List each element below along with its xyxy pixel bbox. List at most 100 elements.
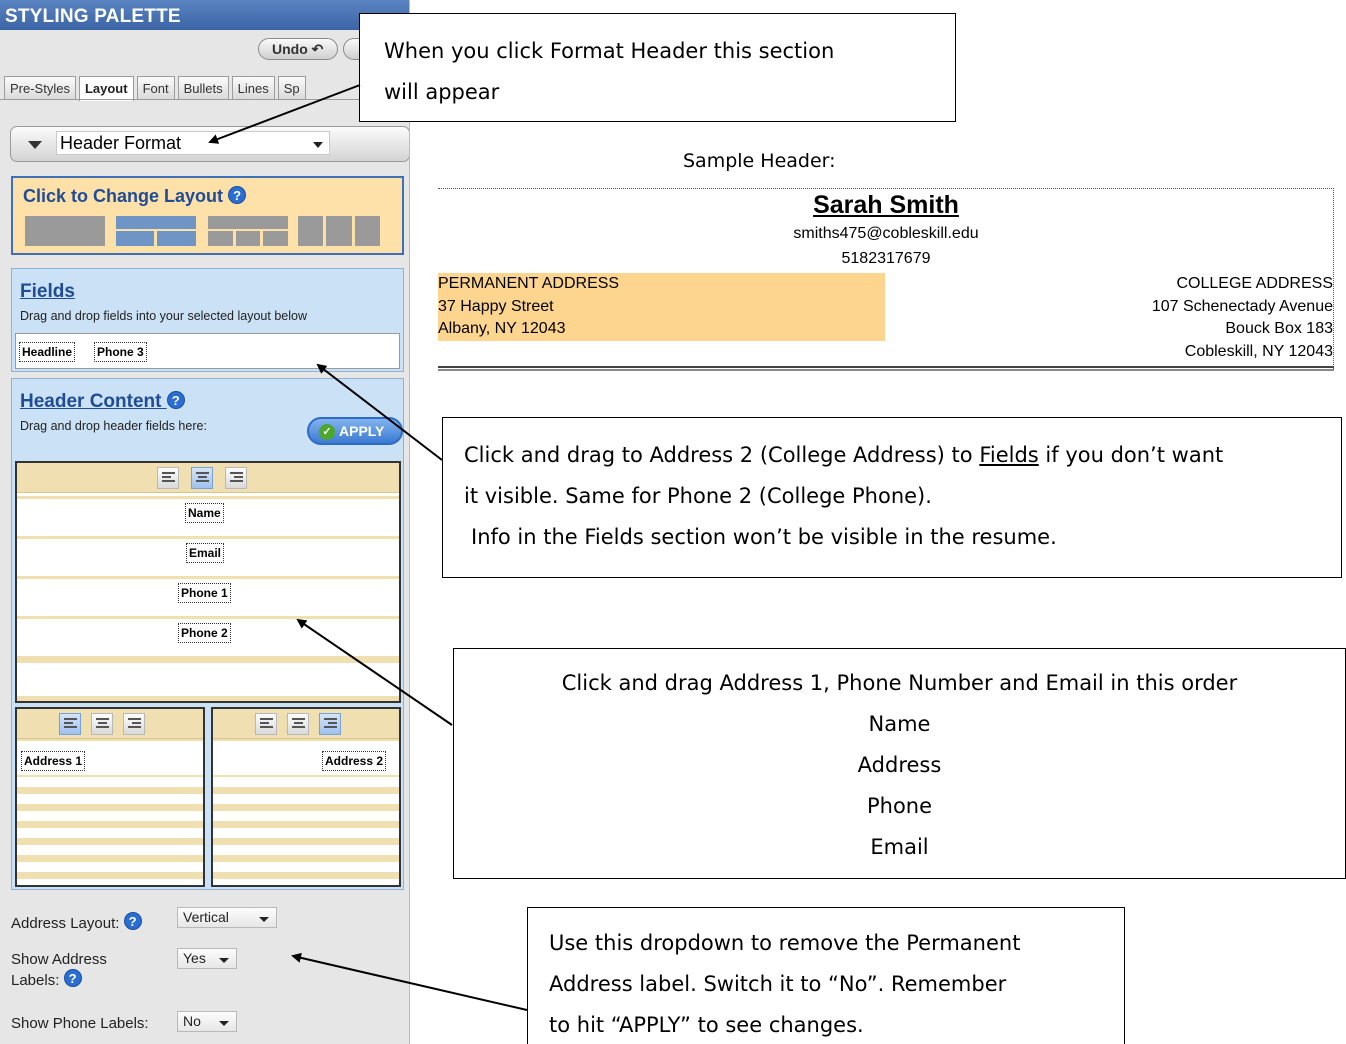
layout-option-single[interactable] [25, 216, 105, 246]
sample-address-line: 37 Happy Street [438, 297, 554, 315]
field-chip-phone-3[interactable]: Phone 3 [94, 342, 147, 362]
header-main-drop-zone[interactable]: Name Email Phone 1 Phone 2 [15, 461, 401, 703]
align-left-icon[interactable] [59, 713, 81, 735]
callout-text: it visible. Same for Phone 2 (College Ph… [464, 484, 932, 508]
callout-fields-link: Fields [979, 443, 1039, 467]
layout-chooser: Click to Change Layout ? [11, 176, 404, 255]
field-chip-headline[interactable]: Headline [19, 342, 76, 362]
address-layout-select[interactable]: Vertical [177, 907, 277, 928]
align-center-icon[interactable] [191, 467, 213, 489]
undo-button[interactable]: Undo ↶ [258, 38, 338, 60]
sample-college-address: COLLEGE ADDRESS 107 Schenectady Avenue B… [1033, 273, 1333, 363]
layout-title-text: Click to Change Layout [23, 186, 224, 206]
section-dropdown-value: Header Format [60, 133, 182, 153]
layout-divider [233, 231, 236, 246]
align-right-icon[interactable] [123, 713, 145, 735]
show-address-labels-select[interactable]: Yes [177, 948, 237, 969]
callout-text: to hit “APPLY” to see changes. [549, 1013, 864, 1037]
fields-subtitle: Drag and drop fields into your selected … [20, 309, 307, 323]
sample-address-line: Cobleskill, NY 12043 [1184, 342, 1333, 360]
header-content-subtitle: Drag and drop header fields here: [20, 419, 207, 433]
callout-fields-note: Click and drag to Address 2 (College Add… [442, 417, 1342, 578]
sample-email: smiths475@cobleskill.edu [793, 225, 979, 242]
align-right-icon[interactable] [319, 713, 341, 735]
layout-option-columns[interactable] [298, 216, 380, 246]
show-address-labels-label: Show Address Labels: ? [11, 950, 107, 990]
field-chip-email[interactable]: Email [186, 543, 225, 563]
layout-option-split[interactable] [116, 216, 196, 246]
chevron-down-icon [219, 1021, 229, 1026]
align-center-icon[interactable] [287, 713, 309, 735]
field-chip-phone-2[interactable]: Phone 2 [178, 623, 231, 643]
sample-address-line: COLLEGE ADDRESS [1176, 275, 1334, 292]
layout-option-three[interactable] [208, 216, 288, 246]
show-address-labels-text: Labels: [11, 972, 60, 989]
undo-label: Undo [272, 41, 308, 57]
layout-divider [154, 231, 157, 246]
palette-tabs: Pre-Styles Layout Font Bullets Lines Sp [4, 76, 309, 101]
tab-pre-styles[interactable]: Pre-Styles [4, 76, 76, 99]
header-content-title: Header Content ? [20, 391, 185, 413]
layout-divider [260, 231, 263, 246]
sample-address-line: PERMANENT ADDRESS [438, 275, 620, 292]
tab-lines[interactable]: Lines [231, 76, 275, 99]
callout-text: Address [857, 753, 942, 777]
sample-phone: 5182317679 [841, 250, 931, 267]
chevron-down-icon [219, 958, 229, 963]
sample-name: Sarah Smith [813, 191, 959, 219]
callout-text: Email [870, 835, 929, 859]
sample-address-line: Bouck Box 183 [1225, 320, 1333, 337]
section-dropdown[interactable]: Header Format [56, 131, 330, 155]
callout-text-part: Click and drag to Address 2 (College Add… [464, 443, 980, 467]
collapse-arrow-icon[interactable] [28, 141, 42, 149]
undo-row: Undo ↶ [0, 38, 409, 64]
show-phone-labels-value: No [183, 1013, 201, 1029]
layout-divider [208, 229, 288, 231]
palette-title: STYLING PALETTE [0, 0, 409, 30]
sample-bottom-rule [438, 366, 1334, 371]
fields-drop-zone[interactable]: Headline Phone 3 [15, 333, 400, 369]
section-selector[interactable]: Header Format [10, 126, 409, 162]
tab-font[interactable]: Font [136, 76, 175, 99]
fields-panel: Fields Drag and drop fields into your se… [11, 268, 404, 372]
tab-bullets[interactable]: Bullets [177, 76, 229, 99]
callout-format-header: When you click Format Header this sectio… [359, 13, 956, 122]
header-left-drop-zone[interactable]: Address 1 [15, 707, 205, 887]
field-chip-phone-1[interactable]: Phone 1 [178, 583, 231, 603]
help-icon[interactable]: ? [228, 186, 247, 204]
show-phone-labels-label: Show Phone Labels: [11, 1015, 149, 1032]
help-icon[interactable]: ? [63, 969, 82, 987]
tab-spacing[interactable]: Sp [277, 76, 306, 99]
align-left-icon[interactable] [157, 467, 179, 489]
callout-text: will appear [384, 80, 500, 104]
align-left-icon[interactable] [255, 713, 277, 735]
layout-divider [352, 216, 355, 246]
show-phone-labels-select[interactable]: No [177, 1011, 237, 1032]
help-icon[interactable]: ? [123, 912, 142, 930]
header-content-panel: Header Content ? Drag and drop header fi… [11, 378, 404, 890]
sample-permanent-address: PERMANENT ADDRESS 37 Happy Street Albany… [438, 273, 885, 341]
show-address-labels-value: Yes [183, 950, 206, 966]
align-center-icon[interactable] [91, 713, 113, 735]
alignment-bar [213, 709, 399, 739]
field-chip-address-2[interactable]: Address 2 [322, 751, 387, 771]
callout-text: Click and drag Address 1, Phone Number a… [561, 671, 1238, 695]
header-right-drop-zone[interactable]: Address 2 [211, 707, 401, 887]
apply-label: APPLY [339, 423, 385, 439]
layout-title: Click to Change Layout ? [23, 186, 247, 207]
tab-layout[interactable]: Layout [78, 76, 134, 101]
layout-divider [323, 216, 326, 246]
chevron-down-icon [259, 917, 269, 922]
fields-title: Fields [20, 281, 75, 302]
align-right-icon[interactable] [225, 467, 247, 489]
apply-button[interactable]: ✓ APPLY [307, 417, 403, 445]
field-chip-address-1[interactable]: Address 1 [21, 751, 86, 771]
check-icon: ✓ [319, 424, 335, 440]
callout-text: Use this dropdown to remove the Permanen… [549, 931, 1021, 955]
help-icon[interactable]: ? [166, 391, 185, 409]
show-address-labels-text: Show Address [11, 951, 107, 968]
callout-text: Click and drag to Address 2 (College Add… [464, 435, 1341, 476]
alignment-bar [17, 709, 203, 739]
field-chip-name[interactable]: Name [185, 503, 224, 523]
callout-text-part: if you don’t want [1038, 443, 1224, 467]
